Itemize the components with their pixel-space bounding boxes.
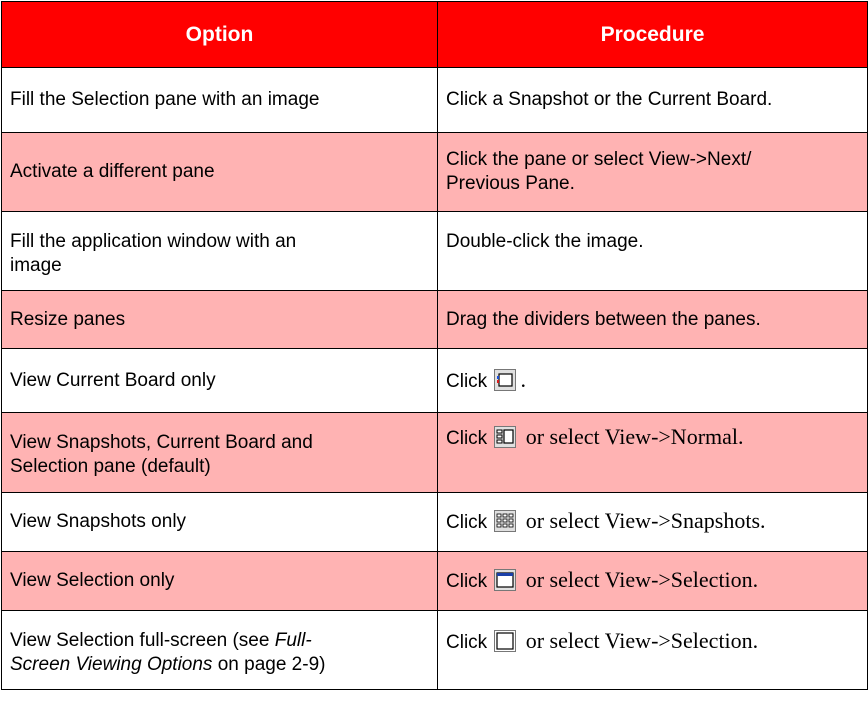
procedure-header: Procedure: [437, 1, 868, 68]
click-word: Click: [446, 370, 488, 392]
table-row: View Selection full-screen (see Full- Sc…: [1, 610, 868, 690]
normal-view-icon: [494, 426, 517, 448]
cross-reference-title: Full-: [274, 630, 312, 651]
cross-reference-title: Screen Viewing Options: [10, 654, 213, 675]
option-cell: View Selection only: [1, 551, 438, 611]
current-board-view-icon: [494, 368, 517, 391]
option-cell: Fill the application window with an imag…: [1, 211, 438, 291]
option-cell: View Selection full-screen (see Full- Sc…: [1, 610, 438, 690]
option-text: on page 2-9): [212, 654, 326, 675]
table-row: Resize panes Drag the dividers between t…: [1, 290, 868, 349]
selection-view-icon: [494, 569, 517, 591]
procedure-tail: or select View->Snapshots.: [525, 508, 766, 533]
option-cell: View Snapshots only: [1, 492, 438, 552]
option-cell: View Current Board only: [1, 348, 438, 413]
option-line: View Snapshots, Current Board and: [10, 432, 313, 453]
procedure-tail: or select View->Normal.: [525, 424, 744, 449]
table-row: View Snapshots, Current Board and Select…: [1, 412, 868, 493]
procedure-cell: Click a Snapshot or the Current Board.: [437, 67, 868, 133]
fullscreen-view-icon: [494, 630, 517, 652]
table-row: View Current Board only Click .: [1, 348, 868, 413]
option-cell: Activate a different pane: [1, 132, 438, 212]
option-line: image: [10, 255, 62, 276]
header-row: Option Procedure: [1, 1, 868, 68]
procedure-tail: or select View->Selection.: [525, 567, 759, 592]
procedure-line: Click the pane or select View->Next/: [446, 149, 752, 170]
table-row: Fill the Selection pane with an image Cl…: [1, 67, 868, 133]
procedure-cell: Click or select View->Selection.: [437, 551, 868, 611]
table-row: Activate a different pane Click the pane…: [1, 132, 868, 212]
click-word: Click: [446, 512, 488, 533]
option-cell: View Snapshots, Current Board and Select…: [1, 412, 438, 493]
procedure-cell: Click or select View->Snapshots.: [437, 492, 868, 552]
procedure-tail: .: [520, 366, 526, 392]
option-line: Selection pane (default): [10, 456, 211, 477]
procedure-cell: Double-click the image.: [437, 211, 868, 291]
procedure-cell: Click .: [437, 348, 868, 413]
click-word: Click: [446, 428, 488, 449]
table-row: Fill the application window with an imag…: [1, 211, 868, 291]
procedure-cell: Click or select View->Selection.: [437, 610, 868, 690]
table-row: View Selection only Click or select View…: [1, 551, 868, 611]
option-cell: Fill the Selection pane with an image: [1, 67, 438, 133]
option-line: Fill the application window with an: [10, 231, 297, 252]
click-word: Click: [446, 571, 488, 592]
click-word: Click: [446, 632, 488, 653]
table-row: View Snapshots only Click or select View…: [1, 492, 868, 552]
procedure-tail: or select View->Selection.: [525, 628, 759, 653]
procedure-cell: Drag the dividers between the panes.: [437, 290, 868, 349]
procedure-line: Previous Pane.: [446, 173, 575, 194]
procedure-cell: Click the pane or select View->Next/ Pre…: [437, 132, 868, 212]
option-text: View Selection full-screen (see: [10, 630, 275, 651]
snapshots-view-icon: [494, 510, 517, 532]
options-table: Option Procedure Fill the Selection pane…: [1, 1, 868, 690]
procedure-cell: Click or select View->Normal.: [437, 412, 868, 493]
option-cell: Resize panes: [1, 290, 438, 349]
option-header: Option: [1, 1, 438, 68]
